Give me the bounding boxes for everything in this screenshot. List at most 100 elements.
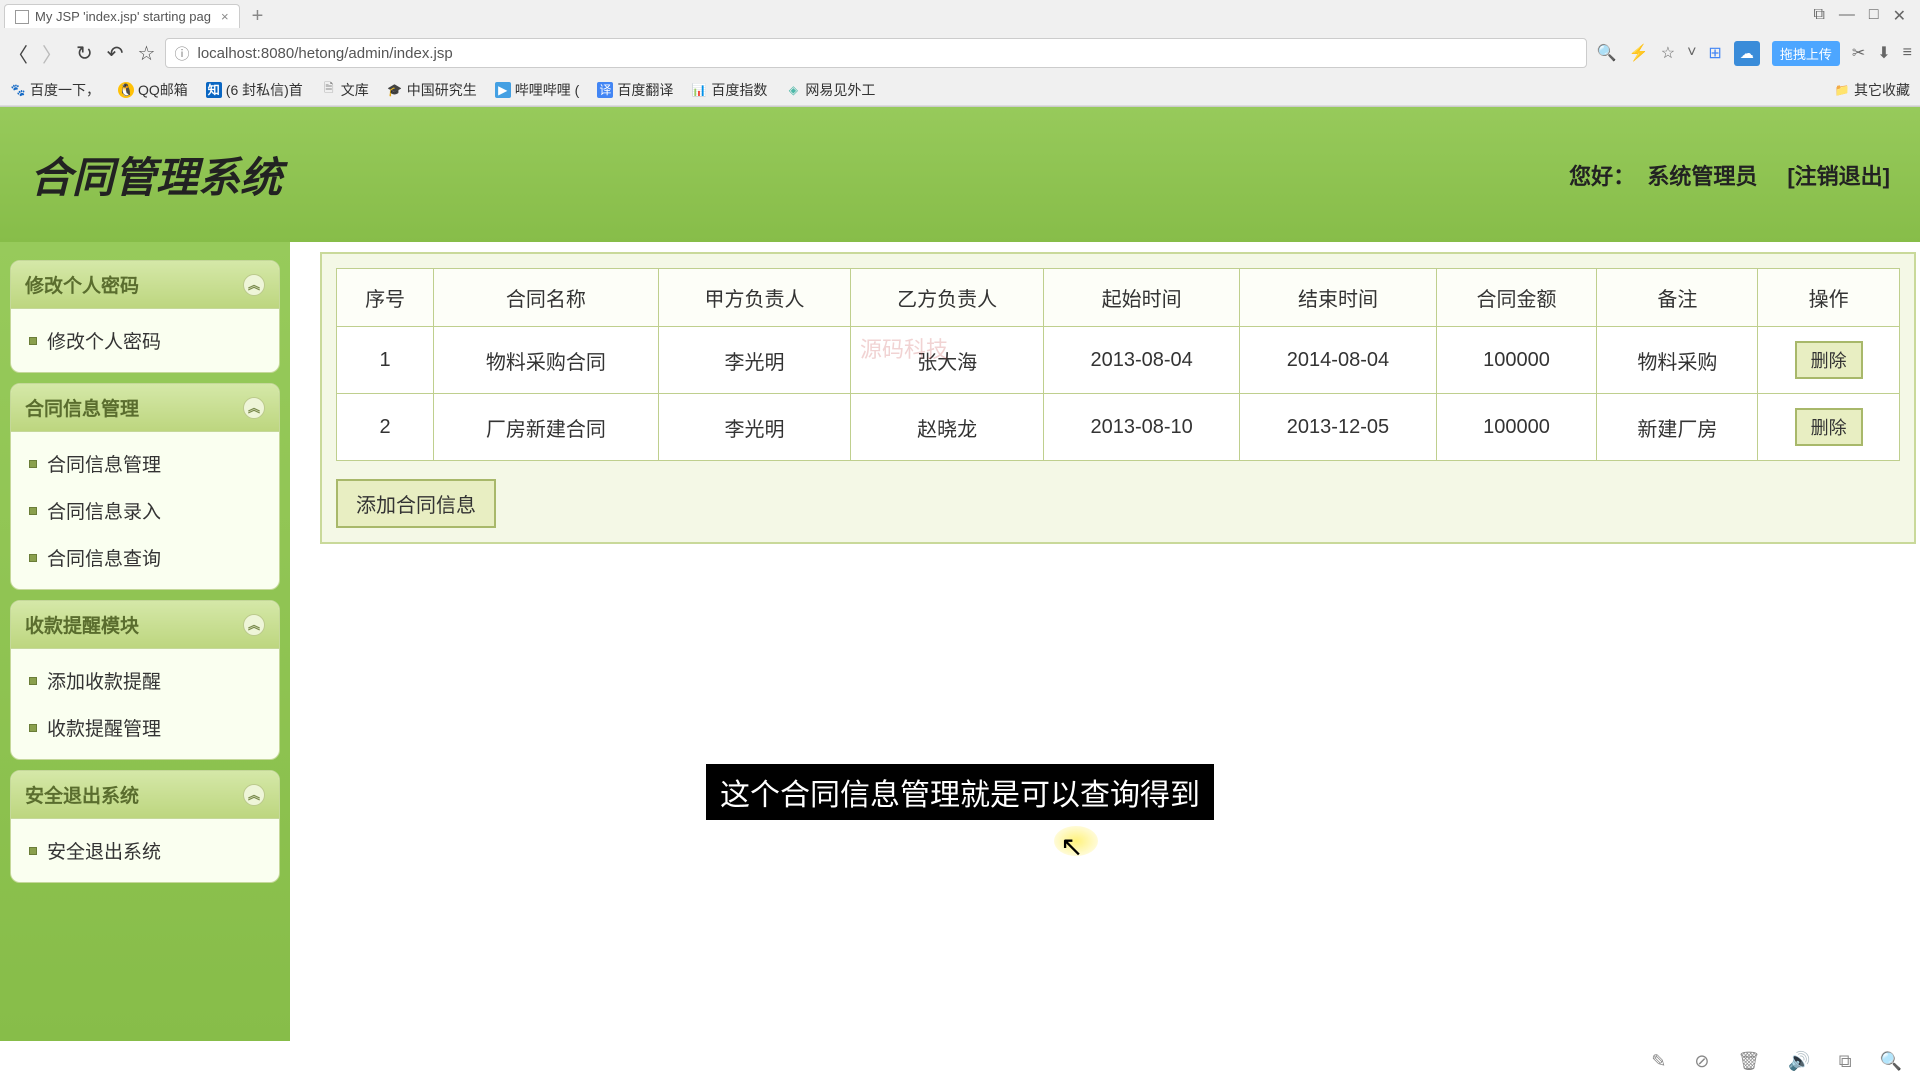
page-icon [15, 10, 29, 24]
tool-icon-2[interactable]: ⊘ [1694, 1051, 1709, 1072]
panel-header-contract[interactable]: 合同信息管理 ︽ [11, 384, 279, 432]
menu-change-password[interactable]: 修改个人密码 [11, 317, 279, 364]
close-window-icon[interactable]: ✕ [1893, 6, 1906, 26]
bookmark-zhihu[interactable]: 知(6 封私信)首 [206, 80, 303, 100]
upload-button[interactable]: 拖拽上传 [1772, 41, 1840, 66]
content-box: 源码科技 序号 合同名称 甲方负责人 乙方负责人 起始时间 结束时间 合同金额 … [320, 252, 1916, 544]
address-bar: 〈 〉 ↻ ↶ ☆ ⓘ localhost:8080/hetong/admin/… [0, 32, 1920, 74]
window-controls: ⧉ ― □ ✕ [1813, 6, 1916, 26]
cursor-indicator: ↖ [1060, 830, 1100, 870]
bullet-icon [29, 724, 37, 732]
bullet-icon [29, 337, 37, 345]
bookmark-bilibili[interactable]: ▶哔哩哔哩 ( [495, 80, 580, 100]
refresh-button[interactable]: ↻ [76, 41, 93, 66]
bookmark-qqmail[interactable]: 🐧QQ邮箱 [118, 80, 188, 100]
panel-contract: 合同信息管理 ︽ 合同信息管理 合同信息录入 合同信息查询 [10, 383, 280, 590]
favorite-icon[interactable]: ☆ [1661, 43, 1675, 63]
bookmark-wenku[interactable]: 🗎文库 [321, 80, 369, 100]
header-right: 您好： 系统管理员 [注销退出] [1569, 159, 1890, 191]
menu-logout[interactable]: 安全退出系统 [11, 827, 279, 874]
panel-header-password[interactable]: 修改个人密码 ︽ [11, 261, 279, 309]
undo-button[interactable]: ↶ [107, 41, 124, 66]
cell-action: 删除 [1758, 327, 1900, 394]
cell-party-a: 李光明 [658, 394, 851, 461]
delete-button[interactable]: 删除 [1795, 408, 1863, 446]
collapse-icon[interactable]: ︽ [243, 274, 265, 296]
cell-remark: 新建厂房 [1597, 394, 1758, 461]
tool-icon-1[interactable]: ✎ [1651, 1051, 1666, 1072]
browser-tab[interactable]: My JSP 'index.jsp' starting pag × [4, 4, 240, 28]
bullet-icon [29, 507, 37, 515]
tool-icon-6[interactable]: 🔍 [1880, 1051, 1902, 1072]
panel-header-payment[interactable]: 收款提醒模块 ︽ [11, 601, 279, 649]
new-tab-button[interactable]: + [244, 5, 272, 28]
sidebar: 修改个人密码 ︽ 修改个人密码 合同信息管理 ︽ 合同信息管理 合同信息录入 合… [0, 242, 290, 1041]
cell-start: 2013-08-10 [1043, 394, 1239, 461]
subtitle-caption: 这个合同信息管理就是可以查询得到 [706, 764, 1214, 820]
menu-contract-entry[interactable]: 合同信息录入 [11, 487, 279, 534]
cut-icon[interactable]: ✂ [1852, 43, 1865, 63]
collapse-icon[interactable]: ︽ [243, 397, 265, 419]
home-button[interactable]: ☆ [138, 41, 156, 66]
apps-icon[interactable]: ⊞ [1708, 43, 1721, 63]
site-info-icon[interactable]: ⓘ [174, 43, 189, 64]
bookmark-netease[interactable]: ◈网易见外工 [785, 80, 875, 100]
delete-button[interactable]: 删除 [1795, 341, 1863, 379]
app-title: 合同管理系统 [30, 144, 282, 205]
panel-header-exit[interactable]: 安全退出系统 ︽ [11, 771, 279, 819]
menu-contract-manage[interactable]: 合同信息管理 [11, 440, 279, 487]
bookmark-baidu[interactable]: 🐾百度一下， [10, 80, 100, 100]
menu-add-reminder[interactable]: 添加收款提醒 [11, 657, 279, 704]
pip-icon[interactable]: ⧉ [1813, 6, 1824, 26]
browser-chrome: My JSP 'index.jsp' starting pag × + ⧉ ― … [0, 0, 1920, 107]
download-icon[interactable]: ⬇ [1877, 43, 1890, 63]
cell-party-b: 张大海 [851, 327, 1044, 394]
dropdown-icon[interactable]: ˅ [1687, 44, 1696, 62]
forward-button[interactable]: 〉 [42, 39, 62, 68]
panel-title: 合同信息管理 [25, 394, 139, 421]
bullet-icon [29, 677, 37, 685]
bookmark-index[interactable]: 📊百度指数 [691, 80, 767, 100]
collapse-icon[interactable]: ︽ [243, 614, 265, 636]
th-end: 结束时间 [1240, 269, 1436, 327]
maximize-icon[interactable]: □ [1869, 6, 1879, 26]
cell-seq: 1 [337, 327, 434, 394]
minimize-icon[interactable]: ― [1839, 6, 1855, 26]
app-body: 修改个人密码 ︽ 修改个人密码 合同信息管理 ︽ 合同信息管理 合同信息录入 合… [0, 242, 1920, 1041]
flash-icon[interactable]: ⚡ [1629, 43, 1649, 63]
zoom-icon[interactable]: 🔍 [1597, 43, 1617, 63]
back-button[interactable]: 〈 [8, 39, 28, 68]
cell-amount: 100000 [1436, 327, 1597, 394]
panel-payment: 收款提醒模块 ︽ 添加收款提醒 收款提醒管理 [10, 600, 280, 760]
panel-title: 收款提醒模块 [25, 611, 139, 638]
app-header: 合同管理系统 您好： 系统管理员 [注销退出] [0, 107, 1920, 242]
th-seq: 序号 [337, 269, 434, 327]
tool-icon-5[interactable]: ⧉ [1839, 1051, 1852, 1072]
panel-title: 安全退出系统 [25, 781, 139, 808]
bottom-toolbar: ✎ ⊘ 🗑 🔊 ⧉ 🔍 [1633, 1042, 1920, 1080]
cell-start: 2013-08-04 [1043, 327, 1239, 394]
tool-icon-3[interactable]: 🗑 [1737, 1051, 1760, 1072]
cell-end: 2013-12-05 [1240, 394, 1436, 461]
url-text: localhost:8080/hetong/admin/index.jsp [197, 45, 452, 62]
cloud-icon[interactable]: ☁ [1734, 41, 1760, 66]
address-tools: 🔍 ⚡ ☆ ˅ ⊞ ☁ 拖拽上传 ✂ ⬇ ≡ [1597, 41, 1912, 66]
close-tab-icon[interactable]: × [221, 9, 229, 24]
bullet-icon [29, 460, 37, 468]
collapse-icon[interactable]: ︽ [243, 784, 265, 806]
bookmark-grad[interactable]: 🎓中国研究生 [387, 80, 477, 100]
menu-icon[interactable]: ≡ [1903, 44, 1912, 62]
bookmark-translate[interactable]: 译百度翻译 [597, 80, 673, 100]
logout-link[interactable]: [注销退出] [1787, 159, 1890, 191]
url-input[interactable]: ⓘ localhost:8080/hetong/admin/index.jsp [165, 38, 1586, 68]
table-header-row: 序号 合同名称 甲方负责人 乙方负责人 起始时间 结束时间 合同金额 备注 操作 [337, 269, 1900, 327]
add-contract-button[interactable]: 添加合同信息 [336, 479, 496, 528]
panel-exit: 安全退出系统 ︽ 安全退出系统 [10, 770, 280, 883]
menu-manage-reminder[interactable]: 收款提醒管理 [11, 704, 279, 751]
cell-end: 2014-08-04 [1240, 327, 1436, 394]
tool-icon-4[interactable]: 🔊 [1788, 1051, 1810, 1072]
menu-contract-query[interactable]: 合同信息查询 [11, 534, 279, 581]
greeting-label: 您好： 系统管理员 [1569, 159, 1757, 191]
cell-name: 物料采购合同 [434, 327, 659, 394]
bookmark-other[interactable]: 📁其它收藏 [1834, 80, 1910, 100]
